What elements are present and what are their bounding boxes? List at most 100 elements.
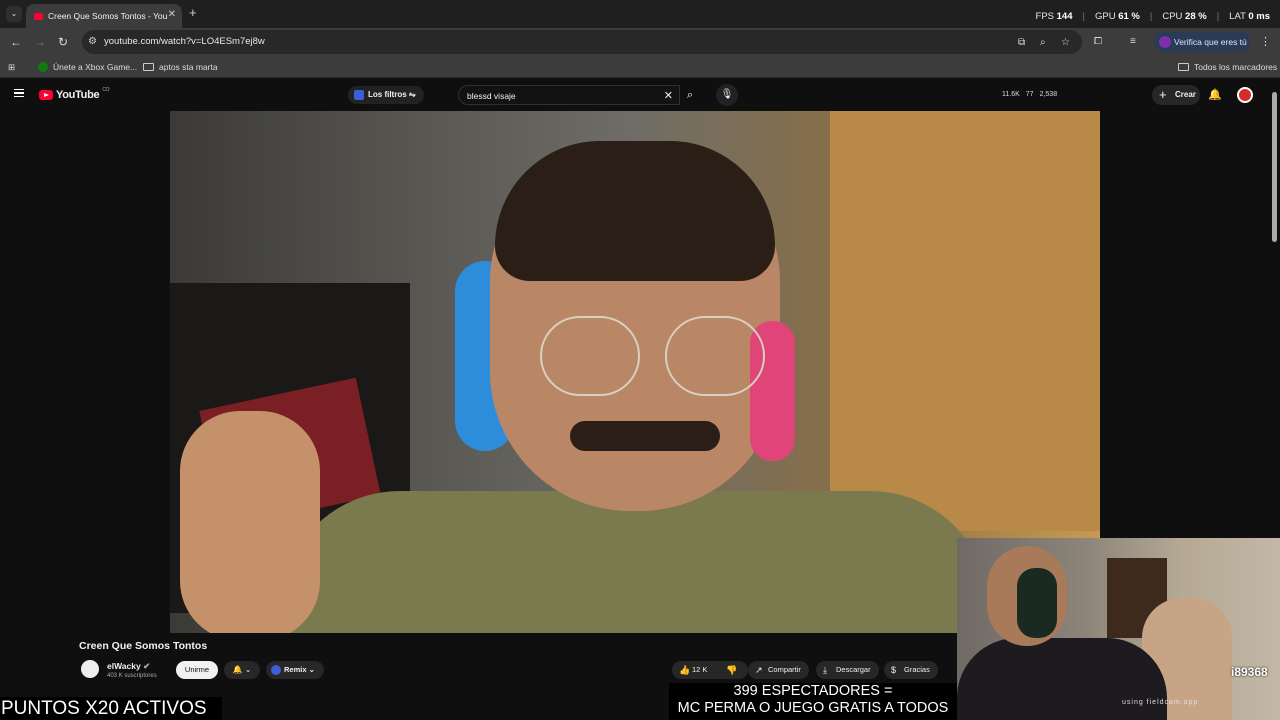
person-hand bbox=[180, 411, 320, 633]
search-input[interactable]: blessd visaje ✕ bbox=[458, 85, 680, 105]
bookmark-xbox[interactable]: Únete a Xbox Game... bbox=[38, 62, 137, 72]
page-scrollbar[interactable] bbox=[1272, 92, 1277, 242]
close-tab-icon[interactable]: ✕ bbox=[168, 9, 176, 20]
back-arrow-icon[interactable]: ← bbox=[10, 36, 22, 48]
person-hair bbox=[495, 141, 775, 281]
share-icon: ↗ bbox=[755, 665, 763, 675]
url-text[interactable]: youtube.com/watch?v=LO4ESm7ej8w bbox=[104, 36, 265, 47]
extension-icon bbox=[354, 90, 364, 100]
performance-overlay: FPS 144 | GPU 61 % | CPU 28 % | LAT 0 ms bbox=[1035, 11, 1270, 22]
profile-avatar-icon bbox=[1159, 36, 1171, 48]
channel-avatar[interactable] bbox=[81, 660, 99, 678]
new-tab-button[interactable]: + bbox=[189, 5, 197, 20]
dislike-button[interactable]: 👎 bbox=[719, 661, 743, 679]
points-overlay: PUNTOS X20 ACTIVOS bbox=[0, 697, 222, 720]
person-shirt bbox=[280, 491, 990, 633]
forward-arrow-icon[interactable]: → bbox=[34, 36, 46, 48]
apps-grid-icon[interactable]: ⊞ bbox=[8, 62, 15, 73]
like-count: 12 K bbox=[692, 665, 708, 674]
bookmarks-bar: ⊞ Únete a Xbox Game... aptos sta marta T… bbox=[0, 56, 1280, 78]
webcam-person-body bbox=[957, 638, 1167, 720]
join-button[interactable]: Unirme bbox=[176, 661, 218, 679]
address-bar[interactable]: ⚙ youtube.com/watch?v=LO4ESm7ej8w ⧉ ⌕ ☆ bbox=[82, 30, 1082, 54]
browser-tab[interactable]: Creen Que Somos Tontos - You ✕ bbox=[26, 4, 182, 28]
subscription-bell-button[interactable]: 🔔 ⌄ bbox=[224, 661, 260, 679]
reload-icon[interactable]: ↻ bbox=[58, 36, 68, 48]
bookmark-star-icon[interactable]: ☆ bbox=[1061, 37, 1070, 48]
browser-menu-icon[interactable]: ⋮ bbox=[1260, 35, 1271, 48]
create-button[interactable]: + Crear bbox=[1152, 85, 1200, 105]
fps-label: FPS bbox=[1035, 11, 1054, 22]
tab-title: Creen Que Somos Tontos - You bbox=[48, 11, 168, 21]
share-button[interactable]: ↗ Compartir bbox=[748, 661, 809, 679]
hamburger-menu-icon[interactable] bbox=[14, 89, 24, 97]
zoom-icon[interactable]: ⌕ bbox=[1040, 37, 1046, 48]
lat-label: LAT bbox=[1229, 11, 1246, 22]
remix-label: Remix bbox=[284, 665, 307, 674]
webcam-headphones bbox=[1017, 568, 1057, 638]
share-label: Compartir bbox=[768, 665, 801, 674]
youtube-play-icon bbox=[39, 90, 53, 100]
all-bookmarks-folder[interactable]: Todos los marcadores bbox=[1178, 62, 1277, 72]
youtube-logo[interactable]: YouTube CO bbox=[39, 87, 110, 101]
microphone-icon[interactable]: 🎙 bbox=[716, 84, 738, 106]
search-query: blessd visaje bbox=[467, 91, 516, 101]
youtube-header: YouTube CO Los filtros ⇋ blessd visaje ✕… bbox=[0, 80, 1280, 110]
logo-text: YouTube bbox=[56, 89, 100, 101]
reading-list-icon[interactable]: ≡ bbox=[1130, 36, 1136, 48]
viewers-line-1: 399 ESPECTADORES = bbox=[733, 683, 893, 699]
verify-profile-button[interactable]: Verifica que eres tú bbox=[1154, 32, 1250, 52]
gpu-label: GPU bbox=[1094, 11, 1116, 22]
site-info-icon[interactable]: ⚙ bbox=[88, 36, 97, 47]
stat-value: 2,538 bbox=[1039, 91, 1058, 98]
youtube-favicon-icon bbox=[34, 12, 43, 20]
cpu-label: CPU bbox=[1162, 11, 1183, 22]
glasses bbox=[540, 316, 770, 396]
download-icon: ⤓ bbox=[823, 665, 827, 675]
remix-icon bbox=[271, 665, 281, 675]
install-app-icon[interactable]: ⧉ bbox=[1018, 37, 1025, 48]
country-code: CO bbox=[102, 87, 110, 93]
streamer-webcam bbox=[957, 538, 1280, 720]
bookmark-label: Únete a Xbox Game... bbox=[53, 62, 138, 72]
folder-icon bbox=[143, 63, 154, 71]
fps-value: 144 bbox=[1056, 11, 1073, 22]
thanks-label: Gracias bbox=[904, 665, 930, 674]
gpu-value: 61 % bbox=[1118, 11, 1140, 22]
plus-icon: + bbox=[1159, 87, 1167, 102]
webcam-watermark: using fieldcam.app bbox=[1122, 699, 1199, 706]
subscriber-count: 403 K suscriptores bbox=[107, 673, 157, 679]
viewers-overlay: 399 ESPECTADORES = MC PERMA O JUEGO GRAT… bbox=[669, 683, 957, 720]
thanks-button[interactable]: $ Gracias bbox=[884, 661, 938, 679]
lat-value: 0 ms bbox=[1248, 11, 1270, 22]
notifications-bell-icon[interactable]: 🔔 bbox=[1208, 88, 1222, 101]
thumbs-down-icon: 👎 bbox=[726, 665, 738, 675]
bookmark-folder-aptos[interactable]: aptos sta marta bbox=[143, 62, 218, 72]
tab-list-button[interactable]: ⌄ bbox=[6, 6, 22, 22]
header-extension-stats: 11.6K 77 2,538 bbox=[1002, 91, 1057, 98]
mustache bbox=[570, 421, 720, 451]
extensions-icon[interactable]: ⧠ bbox=[1094, 36, 1102, 48]
download-button[interactable]: ⤓ Descargar bbox=[816, 661, 879, 679]
create-label: Crear bbox=[1175, 90, 1196, 99]
filters-label: Los filtros bbox=[368, 90, 407, 99]
xbox-icon bbox=[38, 62, 48, 72]
verified-icon: ✔ bbox=[143, 661, 151, 671]
stat-value: 77 bbox=[1025, 91, 1034, 98]
cardboard-wall bbox=[830, 111, 1100, 531]
search-icon[interactable]: ⌕ bbox=[680, 85, 700, 105]
verify-label: Verifica que eres tú bbox=[1174, 37, 1247, 47]
viewers-line-2: MC PERMA O JUEGO GRATIS A TODOS bbox=[677, 700, 949, 716]
browser-tab-bar: ⌄ Creen Que Somos Tontos - You ✕ + FPS 1… bbox=[0, 0, 1280, 28]
filters-chip[interactable]: Los filtros ⇋ bbox=[348, 86, 424, 104]
video-title: Creen Que Somos Tontos bbox=[79, 640, 208, 652]
webcam-counter: i89368 bbox=[1231, 665, 1268, 679]
account-avatar[interactable] bbox=[1237, 87, 1253, 103]
all-bookmarks-label: Todos los marcadores bbox=[1194, 62, 1278, 72]
channel-name[interactable]: elWacky ✔ bbox=[107, 661, 150, 672]
remix-button[interactable]: Remix ⌄ bbox=[266, 661, 324, 679]
cpu-value: 28 % bbox=[1185, 11, 1207, 22]
stat-value: 11.6K bbox=[1002, 91, 1020, 98]
browser-toolbar: ← → ↻ ⚙ youtube.com/watch?v=LO4ESm7ej8w … bbox=[0, 28, 1280, 56]
clear-search-icon[interactable]: ✕ bbox=[664, 89, 673, 102]
